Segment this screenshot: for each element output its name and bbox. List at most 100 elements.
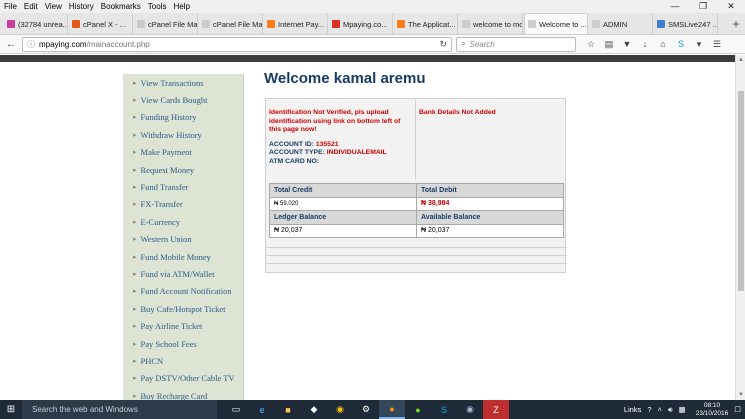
minimize-button[interactable]: — <box>661 0 689 13</box>
search-placeholder: Search <box>469 39 495 49</box>
sidebar-item[interactable]: E-Currency <box>123 213 243 230</box>
new-tab-button[interactable]: + <box>727 14 745 34</box>
sidebar-item[interactable]: Fund Transfer <box>123 178 243 195</box>
url-domain: mpaying.com <box>39 39 87 49</box>
help-icon[interactable]: ? <box>647 405 651 414</box>
windows-start-icon[interactable]: ⊞ <box>0 400 22 419</box>
sidebar-item[interactable]: FX-Transfer <box>123 196 243 213</box>
sidebar-item[interactable]: PHCN <box>123 352 243 369</box>
favicon-icon <box>397 20 405 28</box>
reload-icon[interactable]: ↻ <box>439 39 447 50</box>
sidebar-item[interactable]: View Transactions <box>123 74 243 91</box>
sidebar-item[interactable]: Fund Account Notification <box>123 283 243 300</box>
page-scrollbar[interactable]: ▲ ▼ <box>735 55 745 400</box>
app-icon[interactable]: ◆ <box>301 400 327 419</box>
skype-icon[interactable]: S <box>672 39 690 50</box>
volume-icon[interactable]: 🔊︎ <box>668 405 673 415</box>
skype-taskbar-icon[interactable]: S <box>431 400 457 419</box>
favicon-icon <box>657 20 665 28</box>
atm-card-label: ATM CARD NO: <box>269 157 320 165</box>
bookmark-star-icon[interactable]: ☆ <box>582 39 600 50</box>
task-view-icon[interactable]: ▭ <box>223 400 249 419</box>
network-icon[interactable]: ▦ <box>679 405 686 414</box>
total-credit-header: Total Credit <box>269 183 417 198</box>
file-explorer-icon[interactable]: ■ <box>275 400 301 419</box>
sidebar-item[interactable]: Withdraw History <box>123 126 243 143</box>
taskbar-search-input[interactable]: Search the web and Windows <box>22 400 217 419</box>
ledger-balance-value: ₦ 20,037 <box>269 223 417 238</box>
favicon-icon <box>137 20 145 28</box>
sidebar-item[interactable]: Request Money <box>123 161 243 178</box>
account-info: Identification Not Verified, pls upload … <box>269 109 414 166</box>
tab-label: Internet Pay... <box>278 19 325 29</box>
browser-tab[interactable]: cPanel X - ... <box>69 14 133 34</box>
menu-tools[interactable]: Tools <box>144 2 170 11</box>
settings-gear-icon[interactable]: ⚙ <box>353 400 379 419</box>
sidebar-item[interactable]: Funding History <box>123 109 243 126</box>
sidebar-item[interactable]: View Cards Bought <box>123 91 243 108</box>
sidebar-item[interactable]: Pay DSTV/Other Cable TV <box>123 370 243 387</box>
download-icon[interactable]: ↓ <box>636 39 654 50</box>
sidebar-item[interactable]: Pay School Fees <box>123 335 243 352</box>
tray-arrow-icon[interactable]: ˄ <box>658 405 662 414</box>
tab-label: ADMIN <box>603 19 628 29</box>
favicon-icon <box>332 20 340 28</box>
browser-tab[interactable]: cPanel File Mana... <box>199 14 263 34</box>
browser-tab[interactable]: ADMIN <box>589 14 653 34</box>
scroll-down-icon[interactable]: ▼ <box>736 392 745 398</box>
filezilla-icon[interactable]: Z <box>483 400 509 419</box>
browser-tab[interactable]: (32784 unrea... <box>4 14 68 34</box>
navigation-bar: ← ⓘ mpaying.com /mainaccount.php ↻ ⌕ Sea… <box>0 35 745 54</box>
menu-bookmarks[interactable]: Bookmarks <box>97 2 144 11</box>
extension-icon[interactable]: ▾ <box>690 39 708 50</box>
edge-icon[interactable]: e <box>249 400 275 419</box>
browser-tab[interactable]: Welcome to ...× <box>524 13 588 34</box>
close-tab-icon[interactable]: × <box>587 20 588 29</box>
sidebar-item[interactable]: Fund Mobile Money <box>123 248 243 265</box>
firefox-icon[interactable]: ● <box>379 400 405 419</box>
scrollbar-thumb[interactable] <box>738 91 744 291</box>
search-input[interactable]: ⌕ Search <box>456 36 576 52</box>
sidebar-item[interactable]: Fund via ATM/Wallet <box>123 265 243 282</box>
browser-tab[interactable]: cPanel File Mana... <box>134 14 198 34</box>
back-button[interactable]: ← <box>4 37 18 51</box>
menu-history[interactable]: History <box>65 2 97 11</box>
sidebar-menu: View TransactionsView Cards BoughtFundin… <box>123 74 244 400</box>
sidebar-item[interactable]: Western Union <box>123 231 243 248</box>
sidebar-item[interactable]: Make Payment <box>123 144 243 161</box>
browser-tab[interactable]: Mpaying.co... <box>329 14 393 34</box>
info-icon[interactable]: ⓘ <box>27 39 35 50</box>
sidebar-item[interactable]: Buy Recharge Card <box>123 387 243 400</box>
app-icon[interactable]: ● <box>405 400 431 419</box>
favicon-icon <box>462 20 470 28</box>
restore-button[interactable]: ❐ <box>689 0 717 13</box>
total-credit-value: ₦ 59,020 <box>269 196 417 211</box>
table-row: ₦ 20,037 ₦ 20,037 <box>269 223 564 238</box>
pocket-icon[interactable]: ▼ <box>618 39 636 50</box>
sidebar-item[interactable]: Buy Cafe/Hotspot Ticket <box>123 300 243 317</box>
browser-tab[interactable]: welcome to mob... <box>459 14 523 34</box>
links-toolbar[interactable]: Links <box>624 405 642 414</box>
table-row: Total Credit Total Debit <box>269 183 564 198</box>
menu-file[interactable]: File <box>0 2 20 11</box>
app-icon[interactable]: ◉ <box>457 400 483 419</box>
account-id-value: 135521 <box>315 140 339 148</box>
sidebar-item[interactable]: Pay Airline Ticket <box>123 317 243 334</box>
scroll-up-icon[interactable]: ▲ <box>736 57 745 63</box>
home-icon[interactable]: ⌂ <box>654 39 672 50</box>
taskbar-search-placeholder: Search the web and Windows <box>32 405 138 414</box>
hamburger-menu-icon[interactable]: ☰ <box>708 39 726 50</box>
menu-edit[interactable]: Edit <box>20 2 41 11</box>
notifications-icon[interactable]: ☐ <box>734 405 741 414</box>
browser-tab[interactable]: SMSLive247 ... <box>654 14 718 34</box>
url-bar[interactable]: ⓘ mpaying.com /mainaccount.php ↻ <box>22 36 452 52</box>
chrome-icon[interactable]: ◉ <box>327 400 353 419</box>
browser-tab[interactable]: The Applicat... <box>394 14 458 34</box>
menu-help[interactable]: Help <box>169 2 192 11</box>
user-name: kamal aremu <box>333 70 426 87</box>
close-window-button[interactable]: ✕ <box>717 0 745 13</box>
reading-list-icon[interactable]: ▤ <box>600 39 618 50</box>
menu-view[interactable]: View <box>41 2 65 11</box>
clock[interactable]: 08:10 23/10/2016 <box>696 402 729 418</box>
browser-tab[interactable]: Internet Pay... <box>264 14 328 34</box>
